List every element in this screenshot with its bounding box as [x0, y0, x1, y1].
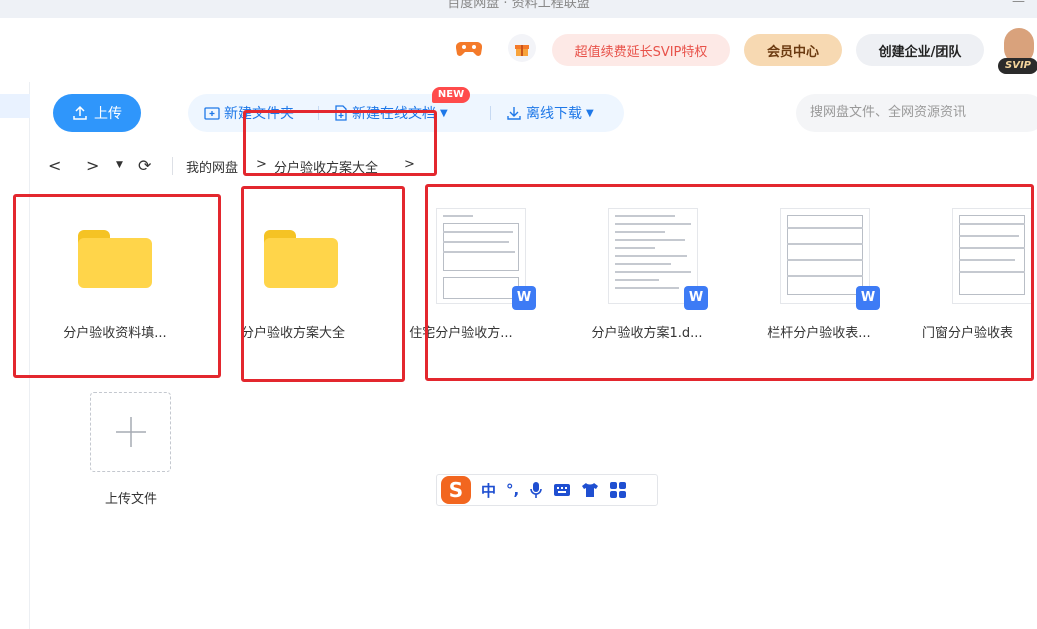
new-folder-icon — [204, 107, 220, 120]
forward-arrow-icon[interactable]: > — [86, 156, 99, 175]
upload-button[interactable]: 上传 — [53, 94, 141, 132]
back-arrow-icon[interactable]: < — [48, 156, 61, 175]
annotation-box — [13, 194, 221, 378]
svip-promo-button[interactable]: 超值续费延长SVIP特权 — [552, 34, 730, 66]
gift-icon[interactable] — [508, 34, 536, 62]
sidebar-selected-item[interactable] — [0, 94, 30, 118]
toolbar-divider — [490, 106, 491, 120]
upload-label: 上传 — [94, 106, 122, 122]
offline-download-button[interactable]: 离线下载 ▼ — [506, 94, 594, 132]
window-titlebar: 百度网盘 · 资料工程联盟 — — [0, 0, 1037, 18]
breadcrumb: < > ▼ ⟳ 我的网盘 > 分户验收方案大全 > — [30, 148, 1037, 184]
create-team-button[interactable]: 创建企业/团队 — [856, 34, 984, 66]
download-icon — [507, 107, 521, 120]
game-controller-icon[interactable] — [456, 38, 482, 58]
new-badge: NEW — [432, 87, 470, 103]
ime-mode-toggle[interactable]: 中 — [481, 480, 496, 501]
gift-glyph-icon — [515, 45, 529, 56]
refresh-icon[interactable]: ⟳ — [138, 156, 151, 175]
ime-punct-toggle[interactable]: °, — [506, 481, 519, 499]
offline-download-label: 离线下载 — [526, 106, 582, 122]
annotation-box — [425, 184, 1034, 381]
avatar[interactable]: SVIP — [998, 28, 1037, 76]
window-title: 百度网盘 · 资料工程联盟 — [447, 0, 590, 11]
breadcrumb-divider — [172, 157, 173, 175]
chevron-down-icon: ▼ — [586, 107, 594, 119]
minimize-button[interactable]: — — [1012, 0, 1025, 9]
upload-icon — [73, 105, 87, 120]
search-input[interactable]: 搜网盘文件、全网资源资讯 — [796, 94, 1037, 132]
upload-file-label: 上传文件 — [104, 492, 157, 507]
upload-file-tile[interactable] — [90, 392, 171, 472]
toolbox-icon[interactable] — [609, 481, 627, 499]
member-center-button[interactable]: 会员中心 — [744, 34, 842, 66]
history-dropdown-icon[interactable]: ▼ — [116, 160, 123, 170]
svip-badge: SVIP — [998, 58, 1037, 74]
shirt-icon[interactable] — [581, 482, 599, 498]
sogou-logo-icon[interactable]: S — [441, 476, 471, 504]
annotation-box — [243, 110, 437, 176]
annotation-box — [241, 186, 405, 382]
keyboard-icon[interactable] — [553, 483, 571, 497]
microphone-icon[interactable] — [529, 481, 543, 499]
chevron-down-icon: ▼ — [440, 107, 448, 119]
breadcrumb-root[interactable]: 我的网盘 — [186, 157, 238, 176]
plus-icon — [115, 417, 146, 447]
ime-toolbar: S 中 °, — [436, 474, 658, 506]
